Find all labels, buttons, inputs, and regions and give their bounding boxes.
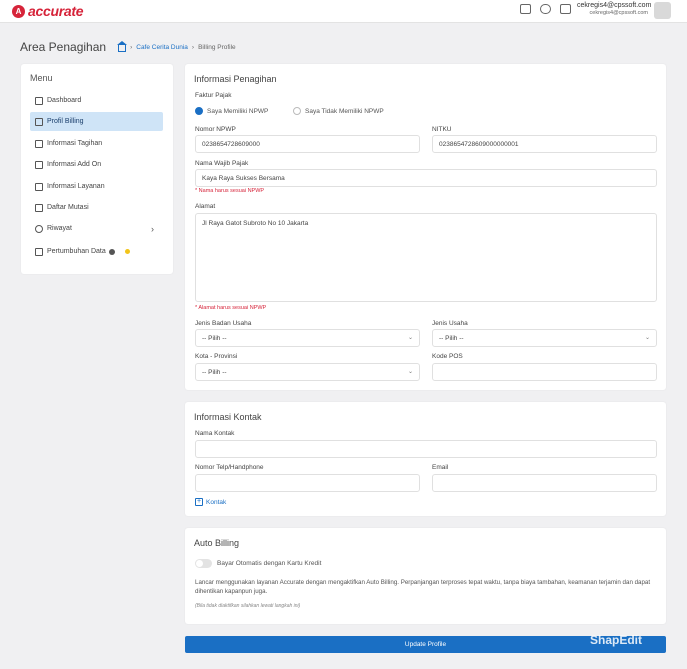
sidebar-item-label: Dashboard xyxy=(47,97,82,104)
sidebar-item-daftar-mutasi[interactable]: Daftar Mutasi xyxy=(30,198,163,217)
phone-input[interactable] xyxy=(195,474,420,492)
breadcrumb-separator-icon: › xyxy=(191,43,195,51)
radio-no-npwp[interactable]: Saya Tidak Memiliki NPWP xyxy=(293,107,384,115)
radio-empty-icon xyxy=(293,107,301,115)
printer-icon[interactable] xyxy=(560,4,571,14)
profile-icon xyxy=(35,117,43,126)
logo-text: accurate xyxy=(28,3,84,19)
radio-label: Saya Tidak Memiliki NPWP xyxy=(305,107,384,115)
avatar[interactable] xyxy=(654,2,671,19)
business-type-value: -- Pilih -- xyxy=(439,334,464,342)
sidebar-item-dashboard[interactable]: Dashboard xyxy=(30,91,163,110)
chevron-down-icon: ⌄ xyxy=(407,335,413,341)
page-title: Area Penagihan xyxy=(20,40,107,54)
clipboard-icon xyxy=(35,203,43,212)
invoice-icon xyxy=(35,139,43,148)
auto-billing-toggle-label: Bayar Otomatis dengan Kartu Kredit xyxy=(217,560,322,567)
entity-type-value: -- Pilih -- xyxy=(202,334,227,342)
sidebar-item-profil-billing[interactable]: Profil Billing xyxy=(30,112,163,131)
taxpayer-name-input[interactable]: Kaya Raya Sukses Bersama xyxy=(195,169,657,187)
plus-icon: + xyxy=(195,498,203,506)
add-contact-label: Kontak xyxy=(206,498,227,506)
billing-info-card: Informasi Penagihan Faktur Pajak Saya Me… xyxy=(185,64,666,390)
logo-mark: A xyxy=(12,4,25,18)
sidebar-item-label: Pertumbuhan Data xyxy=(47,248,106,255)
sidebar-item-informasi-layanan[interactable]: Informasi Layanan xyxy=(30,177,163,196)
user-email: cekregis4@cpssoft.com xyxy=(577,2,652,9)
card-icon[interactable] xyxy=(520,4,531,14)
radio-label: Saya Memiliki NPWP xyxy=(207,107,269,115)
taxpayer-name-hint: * Nama harus sesuai NPWP xyxy=(195,188,265,194)
business-type-label: Jenis Usaha xyxy=(432,320,468,327)
accurate-logo[interactable]: A accurate xyxy=(12,3,84,19)
billing-info-title: Informasi Penagihan xyxy=(194,74,277,84)
database-icon[interactable] xyxy=(540,4,551,14)
service-icon xyxy=(35,182,43,191)
top-bar: A accurate cekregis4@cpssoft.com cekregi… xyxy=(0,0,687,23)
page-header: Area Penagihan › Cafe Cerita Dunia › Bil… xyxy=(20,40,236,54)
address-label: Alamat xyxy=(195,203,216,210)
city-province-value: -- Pilih -- xyxy=(202,368,227,376)
menu-title: Menu xyxy=(30,73,53,83)
address-textarea[interactable]: Jl Raya Gatot Subroto No 10 Jakarta xyxy=(195,213,657,302)
watermark-text: ShapEdit xyxy=(590,633,643,647)
sidebar-item-informasi-add-on[interactable]: Informasi Add On xyxy=(30,155,163,174)
nitku-input[interactable]: 0238654728609000000001 xyxy=(432,135,657,153)
breadcrumb-current: Billing Profile xyxy=(198,43,236,51)
sidebar-item-informasi-tagihan[interactable]: Informasi Tagihan xyxy=(30,134,163,153)
sidebar-item-label: Informasi Tagihan xyxy=(47,140,103,147)
breadcrumb-link[interactable]: Cafe Cerita Dunia xyxy=(136,44,188,51)
home-icon[interactable] xyxy=(117,40,128,52)
contact-name-input[interactable] xyxy=(195,440,657,458)
sidebar-item-riwayat[interactable]: Riwayat › xyxy=(30,219,163,238)
business-type-select[interactable]: -- Pilih -- ⌄ xyxy=(432,329,657,347)
npwp-label: Nomor NPWP xyxy=(195,126,236,133)
chevron-right-icon: › xyxy=(151,223,154,234)
city-province-select[interactable]: -- Pilih -- ⌄ xyxy=(195,363,420,381)
phone-label: Nomor Telp/Handphone xyxy=(195,464,264,471)
address-hint: * Alamat harus sesuai NPWP xyxy=(195,305,267,311)
auto-billing-card: Auto Billing Bayar Otomatis dengan Kartu… xyxy=(185,528,666,624)
sidebar-item-pertumbuhan-data[interactable]: Pertumbuhan Data xyxy=(30,242,163,261)
entity-type-select[interactable]: -- Pilih -- ⌄ xyxy=(195,329,420,347)
chevron-down-icon: ⌄ xyxy=(407,369,413,375)
history-icon xyxy=(35,224,43,233)
faktur-pajak-label: Faktur Pajak xyxy=(195,92,232,99)
user-email-secondary: cekregis4@cpssoft.com xyxy=(589,10,648,16)
sidebar-menu: Menu Dashboard Profil Billing Informasi … xyxy=(21,64,173,274)
sidebar-item-label: Profil Billing xyxy=(47,118,84,125)
auto-billing-description: Lancar menggunakan layanan Accurate deng… xyxy=(195,579,651,595)
addon-icon xyxy=(35,160,43,169)
dashboard-icon xyxy=(35,96,43,105)
chevron-down-icon: ⌄ xyxy=(644,335,650,341)
taxpayer-name-label: Nama Wajib Pajak xyxy=(195,160,249,167)
auto-billing-title: Auto Billing xyxy=(194,538,240,548)
sidebar-item-label: Informasi Add On xyxy=(47,161,102,168)
radio-has-npwp[interactable]: Saya Memiliki NPWP xyxy=(195,107,268,115)
city-province-label: Kota - Provinsi xyxy=(195,353,238,360)
sidebar-item-label: Informasi Layanan xyxy=(47,183,105,190)
contact-info-title: Informasi Kontak xyxy=(194,412,262,422)
npwp-input[interactable]: 0238654728609000 xyxy=(195,135,420,153)
contact-info-card: Informasi Kontak Nama Kontak Nomor Telp/… xyxy=(185,402,666,516)
auto-billing-note: (Bila tidak diaktifkan silahkan lewati l… xyxy=(195,603,301,609)
info-icon xyxy=(108,248,115,255)
contact-name-label: Nama Kontak xyxy=(195,430,235,437)
warning-dot-icon xyxy=(124,249,130,254)
add-contact-button[interactable]: + Kontak xyxy=(195,498,226,506)
entity-type-label: Jenis Badan Usaha xyxy=(195,320,252,327)
auto-billing-toggle[interactable] xyxy=(195,559,212,568)
user-info[interactable]: cekregis4@cpssoft.com cekregis4@cpssoft.… xyxy=(577,2,652,16)
chart-icon xyxy=(35,247,43,256)
breadcrumb: › Cafe Cerita Dunia › Billing Profile xyxy=(117,40,236,52)
radio-selected-icon xyxy=(195,107,203,115)
postal-code-label: Kode POS xyxy=(432,353,463,360)
sidebar-item-label: Riwayat xyxy=(47,225,72,232)
breadcrumb-separator-icon: › xyxy=(130,43,133,51)
postal-code-input[interactable] xyxy=(432,363,657,381)
nitku-label: NITKU xyxy=(432,126,452,133)
email-label: Email xyxy=(432,464,449,471)
email-input[interactable] xyxy=(432,474,657,492)
sidebar-item-label: Daftar Mutasi xyxy=(47,204,89,211)
